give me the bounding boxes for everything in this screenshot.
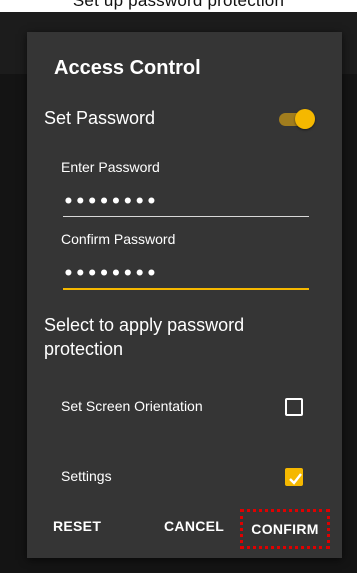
confirm-password-label: Confirm Password [61, 231, 176, 247]
enter-password-label: Enter Password [61, 159, 160, 175]
access-control-dialog: Access Control Set Password Enter Passwo… [27, 32, 342, 558]
confirm-button[interactable]: CONFIRM [243, 512, 327, 546]
toggle-thumb [295, 109, 315, 129]
dialog-title: Access Control [54, 57, 201, 79]
check-icon [289, 473, 302, 485]
set-password-toggle[interactable] [277, 108, 317, 130]
top-caption: Set up password protection [72, 0, 285, 10]
confirm-password-input[interactable] [61, 261, 309, 287]
option-label-settings: Settings [61, 468, 112, 484]
confirm-highlight: CONFIRM [240, 509, 330, 549]
cancel-button[interactable]: CANCEL [164, 518, 224, 534]
set-password-label: Set Password [44, 108, 156, 128]
enter-password-input[interactable] [61, 189, 309, 215]
screen-orientation-checkbox[interactable] [285, 398, 303, 416]
reset-button[interactable]: RESET [53, 518, 101, 534]
settings-checkbox[interactable] [285, 468, 303, 486]
select-heading: Select to apply password protection [44, 315, 245, 359]
confirm-password-underline [63, 288, 309, 290]
enter-password-underline [63, 216, 309, 217]
option-label-screen-orientation: Set Screen Orientation [61, 398, 203, 414]
